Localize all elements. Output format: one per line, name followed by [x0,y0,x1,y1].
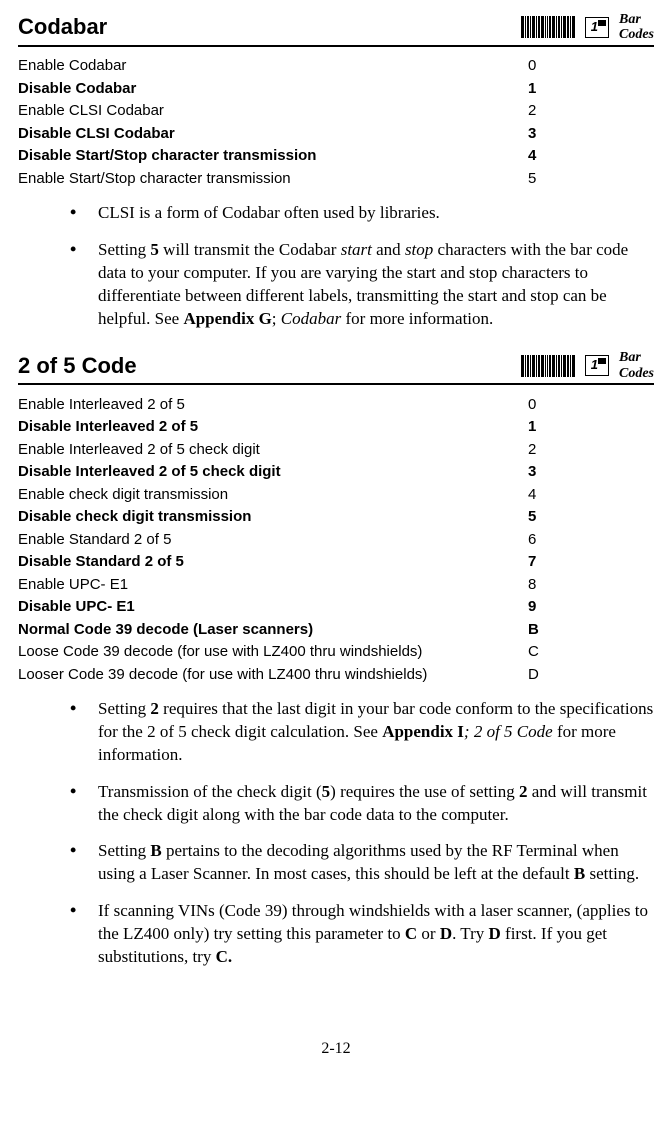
table-row: Enable UPC- E18 [18,573,558,596]
table-row: Looser Code 39 decode (for use with LZ40… [18,663,558,686]
list-item: Setting 2 requires that the last digit i… [70,698,654,767]
option-value: 2 [528,438,558,461]
option-label: Enable Standard 2 of 5 [18,528,528,551]
table-row: Disable check digit transmission5 [18,506,558,529]
option-label: Enable Codabar [18,55,528,78]
table-row: Normal Code 39 decode (Laser scanners)B [18,618,558,641]
bar-codes-label: BarCodes [619,350,654,381]
option-label: Enable Interleaved 2 of 5 check digit [18,438,528,461]
list-item: Transmission of the check digit (5) requ… [70,781,654,827]
option-label: Enable Interleaved 2 of 5 [18,393,528,416]
page-number: 2-12 [18,1039,654,1060]
option-label: Disable Start/Stop character transmissio… [18,145,528,168]
codabar-bullets: CLSI is a form of Codabar often used by … [18,202,654,331]
option-value: D [528,663,558,686]
table-row: Enable Interleaved 2 of 5 check digit2 [18,438,558,461]
table-row: Enable Start/Stop character transmission… [18,167,558,190]
option-label: Loose Code 39 decode (for use with LZ400… [18,641,528,664]
header-right: 1 BarCodes [521,12,654,43]
option-label: Disable Standard 2 of 5 [18,551,528,574]
section-header-2of5: 2 of 5 Code 1 BarCodes [18,350,654,385]
header-right: 1 BarCodes [521,350,654,381]
table-row: Disable Start/Stop character transmissio… [18,145,558,168]
table-row: Disable Codabar1 [18,77,558,100]
option-value: C [528,641,558,664]
barcode-icon [521,355,575,377]
section-title: 2 of 5 Code [18,352,521,381]
table-row: Disable CLSI Codabar3 [18,122,558,145]
option-label: Disable UPC- E1 [18,596,528,619]
codabar-options-table: Enable Codabar0Disable Codabar1Enable CL… [18,55,558,190]
list-item: If scanning VINs (Code 39) through winds… [70,900,654,969]
list-item: Setting 5 will transmit the Codabar star… [70,239,654,331]
option-label: Normal Code 39 decode (Laser scanners) [18,618,528,641]
option-value: 4 [528,483,558,506]
option-value: 8 [528,573,558,596]
option-value: 9 [528,596,558,619]
bar-codes-label: BarCodes [619,12,654,43]
option-value: 1 [528,77,558,100]
list-item: Setting B pertains to the decoding algor… [70,840,654,886]
option-value: 5 [528,167,558,190]
option-value: 3 [528,122,558,145]
table-row: Disable Standard 2 of 57 [18,551,558,574]
section-header-codabar: Codabar 1 BarCodes [18,12,654,47]
option-value: 6 [528,528,558,551]
2of5-bullets: Setting 2 requires that the last digit i… [18,698,654,969]
table-row: Disable Interleaved 2 of 5 check digit3 [18,461,558,484]
option-label: Disable Codabar [18,77,528,100]
option-label: Enable UPC- E1 [18,573,528,596]
option-label: Disable CLSI Codabar [18,122,528,145]
option-label: Looser Code 39 decode (for use with LZ40… [18,663,528,686]
option-value: 5 [528,506,558,529]
table-row: Enable check digit transmission4 [18,483,558,506]
option-label: Enable Start/Stop character transmission [18,167,528,190]
option-label: Disable check digit transmission [18,506,528,529]
2of5-options-table: Enable Interleaved 2 of 50Disable Interl… [18,393,558,686]
option-label: Disable Interleaved 2 of 5 [18,416,528,439]
option-value: 1 [528,416,558,439]
option-value: B [528,618,558,641]
option-value: 7 [528,551,558,574]
barcode-icon [521,16,575,38]
table-row: Enable Interleaved 2 of 50 [18,393,558,416]
key-number-box: 1 [585,17,609,38]
option-value: 3 [528,461,558,484]
table-row: Enable Standard 2 of 56 [18,528,558,551]
option-value: 0 [528,393,558,416]
option-value: 4 [528,145,558,168]
option-value: 2 [528,100,558,123]
table-row: Loose Code 39 decode (for use with LZ400… [18,641,558,664]
option-label: Enable CLSI Codabar [18,100,528,123]
table-row: Enable CLSI Codabar2 [18,100,558,123]
option-value: 0 [528,55,558,78]
option-label: Disable Interleaved 2 of 5 check digit [18,461,528,484]
key-number-box: 1 [585,355,609,376]
option-label: Enable check digit transmission [18,483,528,506]
table-row: Disable UPC- E19 [18,596,558,619]
table-row: Enable Codabar0 [18,55,558,78]
list-item: CLSI is a form of Codabar often used by … [70,202,654,225]
section-title: Codabar [18,13,521,42]
table-row: Disable Interleaved 2 of 51 [18,416,558,439]
